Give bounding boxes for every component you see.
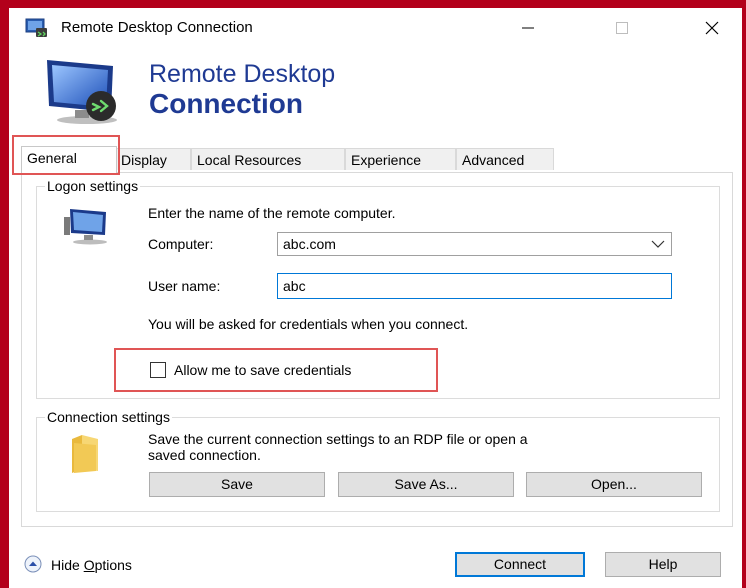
tab-display[interactable]: Display bbox=[115, 148, 191, 170]
minimize-icon bbox=[522, 27, 534, 29]
tab-local-resources[interactable]: Local Resources bbox=[191, 148, 345, 170]
window-frame-top bbox=[0, 0, 746, 8]
maximize-button[interactable] bbox=[599, 8, 645, 48]
logon-instruction: Enter the name of the remote computer. bbox=[148, 205, 396, 221]
tab-experience[interactable]: Experience bbox=[345, 148, 456, 170]
save-button[interactable]: Save bbox=[149, 472, 325, 497]
credentials-note: You will be asked for credentials when y… bbox=[148, 316, 469, 332]
computer-label: Computer: bbox=[148, 236, 214, 252]
minimize-button[interactable] bbox=[505, 8, 551, 48]
close-button[interactable] bbox=[689, 8, 735, 48]
maximize-icon bbox=[616, 22, 628, 34]
save-credentials-checkbox[interactable] bbox=[150, 362, 166, 378]
remote-desktop-icon bbox=[25, 18, 47, 37]
chevron-up-circle-icon[interactable] bbox=[24, 555, 42, 573]
username-value: abc bbox=[283, 278, 306, 294]
folder-icon bbox=[72, 435, 98, 473]
connection-settings-legend: Connection settings bbox=[45, 409, 172, 425]
save-credentials-label[interactable]: Allow me to save credentials bbox=[174, 362, 351, 378]
connection-description-line2: saved connection. bbox=[148, 447, 261, 463]
computer-value: abc.com bbox=[283, 236, 336, 252]
header-banner: Remote Desktop Connection bbox=[9, 48, 742, 131]
remote-desktop-logo-icon bbox=[47, 60, 117, 124]
connect-button[interactable]: Connect bbox=[455, 552, 585, 577]
window-frame-left bbox=[0, 0, 9, 588]
tab-advanced[interactable]: Advanced bbox=[456, 148, 554, 170]
banner-title-line1: Remote Desktop bbox=[149, 60, 336, 88]
hide-options-rest: ptions bbox=[94, 557, 132, 573]
help-button[interactable]: Help bbox=[605, 552, 721, 577]
save-as-button[interactable]: Save As... bbox=[338, 472, 514, 497]
title-bar[interactable]: Remote Desktop Connection bbox=[9, 8, 742, 48]
open-button[interactable]: Open... bbox=[526, 472, 702, 497]
username-label: User name: bbox=[148, 278, 221, 294]
hide-options-prefix: Hide bbox=[51, 557, 84, 573]
general-tab-highlight bbox=[12, 135, 120, 175]
connection-description-line1: Save the current connection settings to … bbox=[148, 431, 528, 447]
hide-options-accelerator: O bbox=[83, 557, 95, 573]
window-frame-right bbox=[742, 0, 746, 588]
logon-settings-legend: Logon settings bbox=[45, 178, 141, 194]
close-icon bbox=[705, 21, 719, 35]
computer-combobox[interactable]: abc.com bbox=[277, 232, 672, 256]
window-title: Remote Desktop Connection bbox=[61, 19, 253, 36]
computer-icon bbox=[64, 209, 107, 245]
username-field[interactable]: abc bbox=[277, 273, 672, 299]
banner-title-line2: Connection bbox=[149, 88, 303, 119]
hide-options-link[interactable]: Hide Options bbox=[51, 557, 132, 573]
chevron-down-icon[interactable] bbox=[651, 238, 665, 250]
